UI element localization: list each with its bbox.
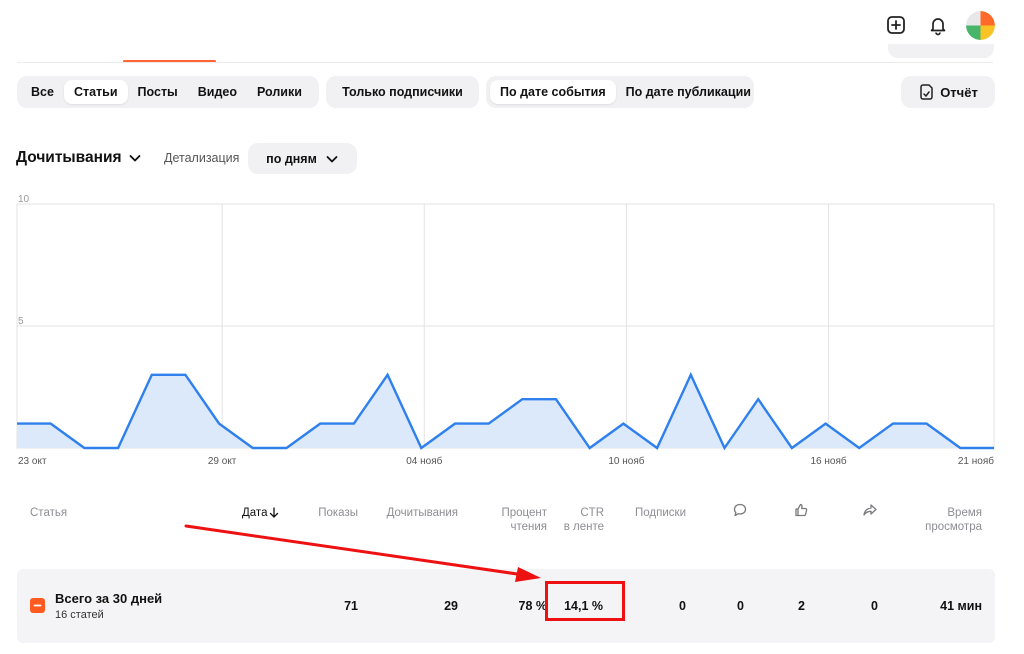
annotation-arrow [184, 524, 541, 582]
annotation-highlight-box [545, 581, 625, 621]
